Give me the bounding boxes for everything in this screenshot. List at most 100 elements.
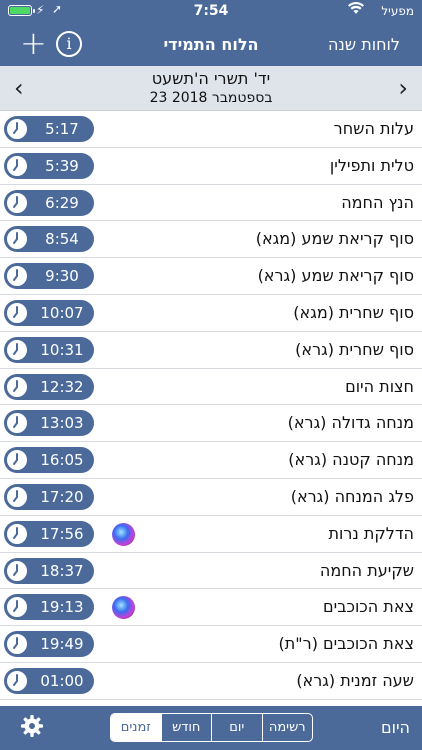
zman-label: סוף שחרית (מגא) (293, 302, 414, 322)
status-bar: ⚡ ➚ 7:54 מפעיל (0, 0, 422, 22)
gregorian-date: 23 בספטמבר 2018 (149, 90, 273, 106)
list-item[interactable]: 19:13 צאת הכוכבים (0, 589, 422, 627)
list-item[interactable]: 18:37 שקיעת החמה (0, 553, 422, 590)
zman-time: 16:05 (40, 451, 84, 470)
zman-time: 12:32 (40, 377, 84, 396)
list-item[interactable]: 13:03 מנחה גדולה (גרא) (0, 405, 422, 443)
zman-time: 01:00 (40, 671, 84, 690)
zman-label: פלג המנחה (גרא) (290, 486, 414, 506)
list-item[interactable]: 10:31 סוף שחרית (גרא) (0, 332, 422, 369)
zman-time: 10:31 (40, 340, 84, 359)
clock-icon (5, 668, 29, 693)
time-pill[interactable]: 19:49 (4, 631, 94, 658)
zman-label: סוף שחרית (גרא) (295, 339, 414, 359)
zman-time: 5:39 (45, 156, 79, 175)
segment-month[interactable]: חודש (160, 714, 212, 741)
clock-icon (5, 300, 29, 325)
clock-icon (5, 448, 29, 473)
time-pill[interactable]: 16:05 (4, 447, 94, 474)
clock-icon (5, 374, 29, 399)
chevron-right-icon[interactable]: › (398, 74, 408, 102)
list-item[interactable]: 8:54 סוף קריאת שמע (מגא) (0, 221, 422, 259)
clock-icon (5, 521, 29, 546)
clock-icon (5, 595, 29, 620)
list-item[interactable]: 19:49 צאת הכוכבים (ר"ת) (0, 626, 422, 663)
view-segmented-control: זמנים חודש יום רשימה (110, 713, 313, 742)
time-pill[interactable]: 13:03 (4, 410, 94, 437)
zman-label: עלות השחר (333, 119, 414, 138)
zman-time: 19:49 (40, 635, 84, 654)
zman-time: 19:13 (40, 598, 84, 617)
zman-time: 9:30 (45, 267, 79, 286)
time-pill[interactable]: 9:30 (4, 263, 94, 290)
zman-label: מנחה גדולה (גרא) (287, 413, 414, 433)
zman-time: 10:07 (40, 303, 84, 322)
time-pill[interactable]: 12:32 (4, 373, 94, 400)
zman-time: 5:17 (45, 120, 79, 138)
list-item[interactable]: 5:17 עלות השחר (0, 111, 422, 148)
siri-icon[interactable] (112, 522, 135, 546)
carrier-label: מפעיל (381, 4, 414, 18)
zman-time: 18:37 (40, 561, 84, 580)
list-item[interactable]: 9:30 סוף קריאת שמע (גרא) (0, 258, 422, 295)
zman-label: חצות היום (345, 376, 414, 396)
zmanim-list: 5:17 עלות השחר 5:39 טלית ותפילין 6:29 הנץ החמ… (0, 111, 422, 700)
clock-icon (5, 264, 29, 289)
list-item[interactable]: 5:39 טלית ותפילין (0, 148, 422, 185)
time-pill[interactable]: 8:54 (4, 226, 94, 253)
today-button[interactable]: היום (381, 718, 410, 737)
zman-time: 17:20 (40, 487, 84, 506)
zman-label: צאת הכוכבים (ר"ת) (278, 634, 414, 654)
date-header: ‹ יד' תשרי ה'תשעט 23 בספטמבר 2018 › (0, 66, 422, 111)
list-item[interactable]: 01:00 שעה זמנית (גרא) (0, 663, 422, 700)
time-pill[interactable]: 17:56 (4, 520, 94, 547)
zman-label: הדלקת נרות (328, 523, 414, 543)
list-item[interactable]: 10:07 סוף שחרית (מגא) (0, 295, 422, 332)
zman-label: סוף קריאת שמע (גרא) (257, 266, 414, 286)
time-pill[interactable]: 5:39 (4, 152, 94, 179)
time-pill[interactable]: 10:31 (4, 336, 94, 363)
segment-day[interactable]: יום (211, 714, 262, 741)
list-item[interactable]: 12:32 חצות היום (0, 369, 422, 406)
clock-icon (5, 484, 29, 509)
calendars-button[interactable]: לוחות שנה (328, 35, 400, 54)
list-item[interactable]: 16:05 מנחה קטנה (גרא) (0, 442, 422, 479)
time-pill[interactable]: 17:20 (4, 483, 94, 510)
bottom-toolbar: זמנים חודש יום רשימה היום (0, 706, 422, 750)
time-pill[interactable]: 10:07 (4, 299, 94, 326)
time-pill[interactable]: 19:13 (4, 594, 94, 621)
time-pill[interactable]: 5:17 (4, 116, 94, 142)
clock-icon (5, 411, 29, 436)
time-pill[interactable]: 18:37 (4, 557, 94, 584)
clock-icon (5, 632, 29, 657)
hebrew-date: יד' תשרי ה'תשעט (151, 69, 271, 88)
nav-bar: + i הלוח התמידי לוחות שנה (0, 22, 422, 66)
segment-list[interactable]: רשימה (261, 714, 313, 741)
gear-icon[interactable] (20, 714, 44, 742)
clock-icon (5, 153, 29, 178)
zman-label: שקיעת החמה (319, 560, 414, 580)
clock-icon (5, 190, 29, 215)
zman-time: 13:03 (40, 414, 84, 433)
zman-time: 8:54 (45, 230, 79, 249)
clock-icon (5, 117, 29, 141)
clock-icon (5, 337, 29, 362)
segment-zmanim[interactable]: זמנים (111, 714, 161, 741)
zman-label: הנץ החמה (341, 192, 414, 212)
zman-label: שעה זמנית (גרא) (296, 670, 414, 690)
zman-time: 6:29 (45, 193, 79, 212)
wifi-icon (348, 2, 364, 19)
zman-time: 17:56 (40, 524, 84, 543)
zman-label: צאת הכוכבים (323, 597, 414, 617)
zman-label: סוף קריאת שמע (מגא) (255, 229, 414, 249)
list-item[interactable]: 17:20 פלג המנחה (גרא) (0, 479, 422, 516)
time-pill[interactable]: 01:00 (4, 667, 94, 694)
siri-icon[interactable] (112, 596, 135, 620)
time-pill[interactable]: 6:29 (4, 189, 94, 216)
zman-label: מנחה קטנה (גרא) (288, 450, 414, 470)
list-item[interactable]: 6:29 הנץ החמה (0, 185, 422, 222)
list-item[interactable]: 17:56 הדלקת נרות (0, 516, 422, 553)
clock-icon (5, 558, 29, 583)
zman-label: טלית ותפילין (329, 155, 414, 175)
clock-icon (5, 227, 29, 252)
